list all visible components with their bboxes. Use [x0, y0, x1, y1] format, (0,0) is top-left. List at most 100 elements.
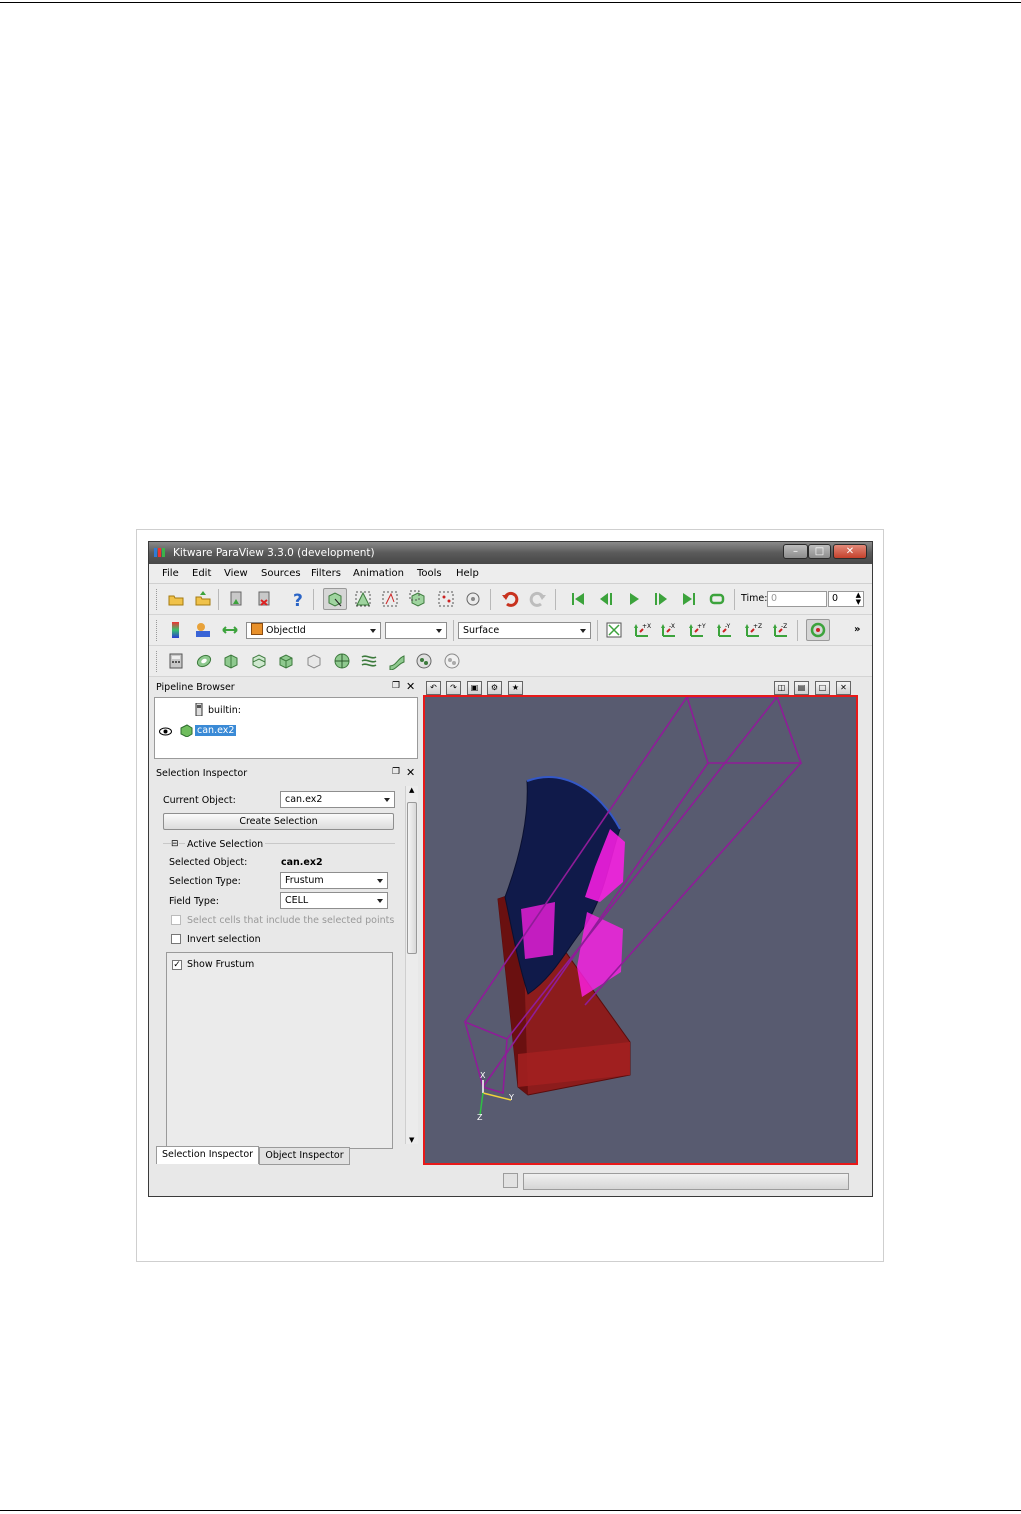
show-frustum-label: Show Frustum — [187, 959, 255, 970]
loop-icon[interactable] — [708, 590, 726, 608]
toolbar-grip[interactable] — [156, 589, 160, 610]
color-by-select[interactable]: ObjectId — [246, 622, 381, 639]
toolbar-grip[interactable] — [156, 620, 160, 641]
pipeline-item-can-ex2[interactable]: can.ex2 — [195, 725, 237, 736]
last-frame-icon[interactable] — [680, 590, 698, 608]
close-window-button[interactable]: ✕ — [833, 544, 867, 559]
close-panel-icon[interactable]: ✕ — [406, 766, 415, 779]
extract-subset-icon[interactable] — [305, 652, 323, 670]
menu-file[interactable]: File — [162, 568, 179, 579]
paraview-window: Kitware ParaView 3.3.0 (development) – □… — [148, 541, 873, 1197]
toolbar-grip[interactable] — [156, 651, 160, 672]
representation-select[interactable]: Surface — [458, 622, 591, 639]
select-cells-through-icon[interactable] — [381, 590, 399, 608]
redo-icon[interactable] — [529, 590, 547, 608]
view-camera-redo-icon[interactable]: ↷ — [446, 681, 461, 695]
eye-visibility-icon[interactable] — [159, 727, 172, 736]
previous-frame-icon[interactable] — [597, 590, 615, 608]
scroll-up-icon[interactable]: ▲ — [409, 786, 414, 794]
menu-sources[interactable]: Sources — [261, 568, 301, 579]
slice-icon[interactable] — [250, 652, 268, 670]
pipeline-item-builtin[interactable]: builtin: — [194, 705, 241, 716]
scroll-thumb[interactable] — [407, 802, 417, 954]
title-bar[interactable]: Kitware ParaView 3.3.0 (development) – □… — [149, 542, 872, 564]
center-axes-icon[interactable] — [809, 621, 827, 639]
view-minus-z-icon[interactable]: -Z — [772, 621, 790, 639]
show-frustum-checkbox[interactable]: ✓ — [172, 960, 182, 970]
menu-filters[interactable]: Filters — [311, 568, 341, 579]
open-recent-icon[interactable] — [194, 590, 212, 608]
maximize-view-icon[interactable]: □ — [815, 681, 830, 695]
chevron-down-icon — [436, 629, 442, 633]
view-settings-icon[interactable]: ⚙ — [487, 681, 502, 695]
undo-icon[interactable] — [501, 590, 519, 608]
select-points-on-icon[interactable] — [354, 590, 372, 608]
pipeline-browser-title: Pipeline Browser — [156, 682, 235, 693]
invert-selection-checkbox[interactable] — [171, 934, 181, 944]
float-panel-icon[interactable]: ❐ — [392, 767, 400, 777]
next-frame-icon[interactable] — [652, 590, 670, 608]
field-type-select[interactable]: CELL — [280, 892, 388, 909]
select-cells-checkbox[interactable] — [171, 915, 181, 925]
minimize-button[interactable]: – — [783, 544, 808, 559]
select-cells-on-icon[interactable] — [326, 590, 344, 608]
calculator-icon[interactable] — [167, 652, 185, 670]
contour-icon[interactable] — [195, 652, 213, 670]
play-icon[interactable] — [625, 590, 643, 608]
maximize-button[interactable]: □ — [808, 544, 831, 559]
disconnect-server-icon[interactable] — [255, 590, 273, 608]
stream-tracer-icon[interactable] — [360, 652, 378, 670]
extract-level-icon[interactable] — [443, 652, 461, 670]
interactive-select-icon[interactable] — [464, 590, 482, 608]
abort-icon[interactable] — [503, 1173, 518, 1188]
view-lookmark-icon[interactable]: ★ — [508, 681, 523, 695]
toolbar-overflow-button[interactable]: » — [854, 624, 860, 635]
tab-object-inspector[interactable]: Object Inspector — [259, 1147, 350, 1165]
tab-selection-inspector[interactable]: Selection Inspector — [156, 1146, 259, 1164]
menu-view[interactable]: View — [224, 568, 248, 579]
menu-help[interactable]: Help — [456, 568, 479, 579]
group-datasets-icon[interactable] — [415, 652, 433, 670]
first-frame-icon[interactable] — [569, 590, 587, 608]
menu-tools[interactable]: Tools — [417, 568, 442, 579]
clip-icon[interactable] — [222, 652, 240, 670]
menu-animation[interactable]: Animation — [353, 568, 404, 579]
collapse-group-icon[interactable]: ⊟ — [171, 839, 179, 849]
help-icon[interactable]: ? — [289, 590, 307, 608]
view-plus-y-icon[interactable]: +Y — [688, 621, 706, 639]
view-plus-x-icon[interactable]: +X — [633, 621, 651, 639]
rescale-range-icon[interactable] — [221, 621, 239, 639]
view-minus-y-icon[interactable]: -Y — [716, 621, 734, 639]
current-object-select[interactable]: can.ex2 — [280, 791, 395, 808]
view-plus-z-icon[interactable]: +Z — [744, 621, 762, 639]
view-minus-x-icon[interactable]: -X — [660, 621, 678, 639]
view-capture-icon[interactable]: ▣ — [467, 681, 482, 695]
select-block-icon[interactable] — [437, 590, 455, 608]
connect-server-icon[interactable] — [227, 590, 245, 608]
inspector-scrollbar[interactable]: ▲ ▼ — [405, 786, 418, 1144]
spin-arrows-icon[interactable]: ▲ ▼ — [856, 592, 861, 606]
glyph-icon[interactable] — [333, 652, 351, 670]
time-value-input[interactable]: 0 — [767, 591, 827, 607]
time-step-spinbox[interactable]: 0 ▲ ▼ — [828, 591, 864, 607]
menu-edit[interactable]: Edit — [192, 568, 211, 579]
scroll-down-icon[interactable]: ▼ — [409, 1136, 414, 1144]
create-selection-button[interactable]: Create Selection — [163, 813, 394, 830]
close-view-icon[interactable]: ✕ — [836, 681, 851, 695]
color-legend-icon[interactable] — [167, 621, 185, 639]
component-select[interactable] — [385, 622, 447, 639]
view-camera-undo-icon[interactable]: ↶ — [426, 681, 441, 695]
threshold-icon[interactable] — [277, 652, 295, 670]
open-file-icon[interactable] — [167, 590, 185, 608]
float-panel-icon[interactable]: ❐ — [392, 681, 400, 691]
warp-vector-icon[interactable] — [388, 652, 406, 670]
split-vertical-icon[interactable]: ▤ — [794, 681, 809, 695]
render-view[interactable]: X Y Z — [423, 695, 858, 1165]
selection-type-select[interactable]: Frustum — [280, 872, 388, 889]
select-points-through-icon[interactable] — [409, 590, 427, 608]
close-panel-icon[interactable]: ✕ — [406, 680, 415, 693]
minus-y-label: -Y — [725, 623, 730, 630]
reset-camera-icon[interactable] — [605, 621, 623, 639]
edit-color-map-icon[interactable] — [194, 621, 212, 639]
split-horizontal-icon[interactable]: ◫ — [774, 681, 789, 695]
